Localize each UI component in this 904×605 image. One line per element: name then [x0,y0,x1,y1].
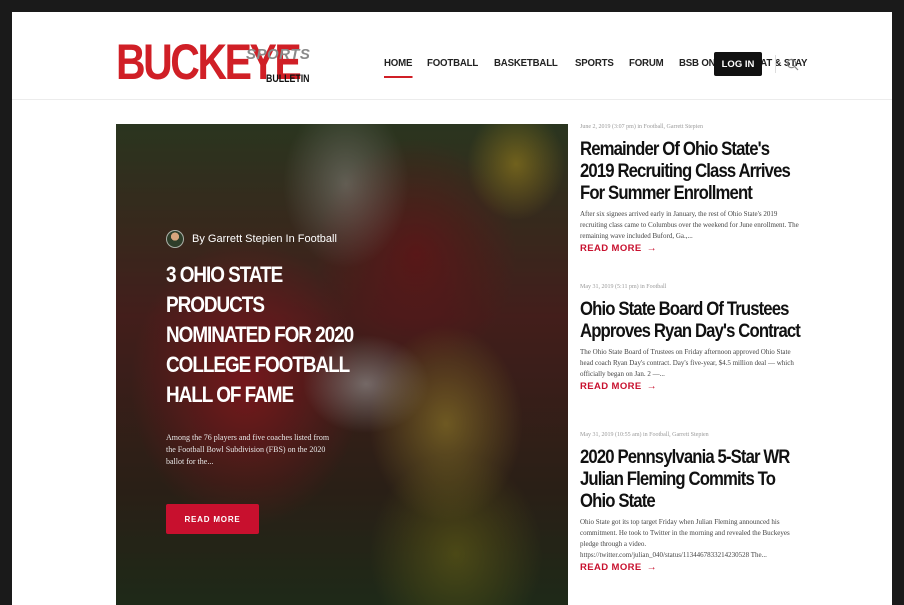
hero-read-more-button[interactable]: READ MORE [166,504,259,534]
logo-sports-text: SPORTS [246,46,311,63]
article-title[interactable]: Ohio State Board Of Trustees Approves Ry… [580,299,801,343]
hero-title[interactable]: 3 Ohio State Products Nominated For 2020… [166,260,364,410]
read-more-label: READ MORE [580,243,642,254]
page-frame: BUCKEYE SPORTS BULLETIN HOME FOOTBALL BA… [12,12,892,605]
nav-item-forum[interactable]: FORUM [629,57,664,69]
article-read-more-link[interactable]: READ MORE → [580,243,800,254]
read-more-label: READ MORE [580,562,642,573]
article-item: June 2, 2019 (3:07 pm) in Football, Garr… [580,124,800,284]
article-title[interactable]: Remainder Of Ohio State's 2019 Recruitin… [580,139,800,205]
logo-bulletin-text: BULLETIN [266,73,310,85]
article-excerpt: After six signees arrived early in Janua… [580,210,799,240]
article-meta: May 31, 2019 (5:11 pm) in Football [580,284,667,290]
nav-item-football[interactable]: FOOTBALL [427,57,478,69]
arrow-right-icon: → [646,562,658,573]
article-item: May 31, 2019 (10:55 am) in Football, Gar… [580,432,800,592]
arrow-right-icon: → [646,243,658,254]
site-header: BUCKEYE SPORTS BULLETIN HOME FOOTBALL BA… [12,12,892,100]
article-item: May 31, 2019 (5:11 pm) in Football Ohio … [580,284,801,432]
article-list: June 2, 2019 (3:07 pm) in Football, Garr… [580,124,801,592]
article-meta: June 2, 2019 (3:07 pm) in Football, Garr… [580,124,703,130]
article-read-more-link[interactable]: READ MORE → [580,562,800,573]
article-excerpt: Ohio State got its top target Friday whe… [580,518,790,559]
site-logo[interactable]: BUCKEYE SPORTS BULLETIN [116,36,316,94]
hero-excerpt: Among the 76 players and five coaches li… [166,433,330,466]
login-button[interactable]: LOG IN [714,52,762,76]
hero-author-text[interactable]: By Garrett Stepien In Football [192,233,337,245]
author-avatar [166,230,184,248]
article-excerpt: The Ohio State Board of Trustees on Frid… [580,348,794,378]
arrow-right-icon: → [646,381,658,392]
nav-item-sports[interactable]: SPORTS [575,57,614,69]
nav-item-basketball[interactable]: BASKETBALL [494,57,558,69]
article-meta: May 31, 2019 (10:55 am) in Football, Gar… [580,432,709,438]
search-icon[interactable] [786,58,799,71]
nav-item-home[interactable]: HOME [384,57,412,78]
article-read-more-link[interactable]: READ MORE → [580,381,800,392]
nav-divider [775,55,776,73]
article-title[interactable]: 2020 Pennsylvania 5-Star WR Julian Flemi… [580,447,800,513]
hero-author-line: By Garrett Stepien In Football [166,230,337,248]
featured-hero[interactable]: By Garrett Stepien In Football 3 Ohio St… [116,124,568,605]
read-more-label: READ MORE [580,381,642,392]
